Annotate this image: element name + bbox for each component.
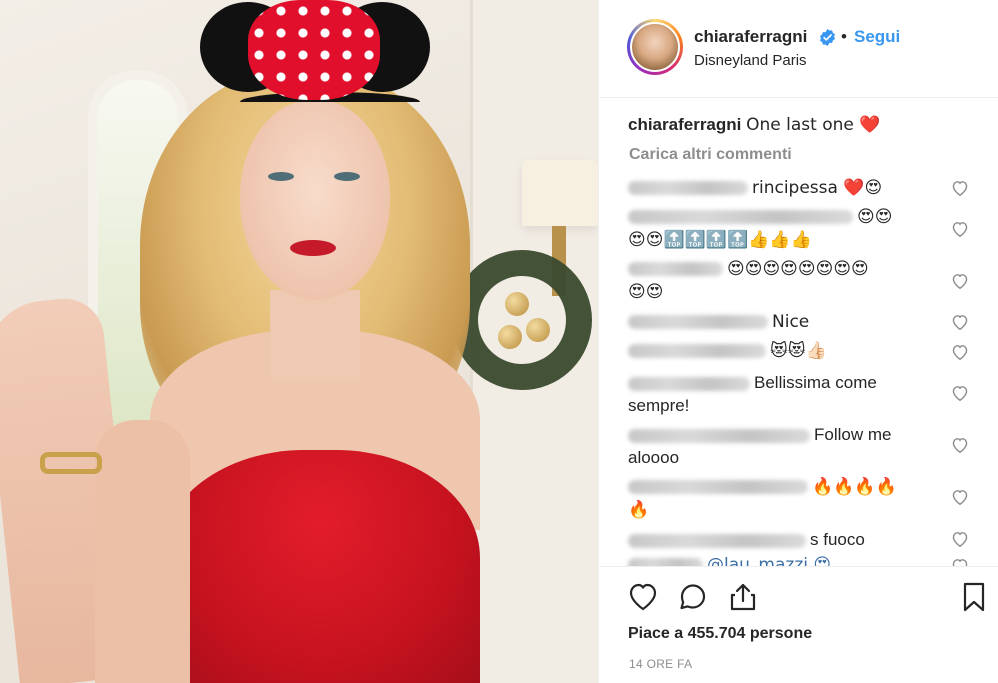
heart-icon[interactable] [627,581,659,613]
location-link[interactable]: Disneyland Paris [694,52,807,69]
post-timestamp[interactable]: 14 ORE FA [629,657,692,671]
blurred-username[interactable] [628,315,768,329]
gold-bracelet [40,452,102,474]
comment-row: 😍😍😍😍😍😍😍😍 😍😍 [628,258,948,304]
comment-text-line2: sempre! [628,396,690,415]
comment-text: Nice [772,312,810,332]
comment-text: 🔥🔥🔥🔥 [812,477,897,497]
follow-button[interactable]: Segui [854,27,900,47]
ornament [505,292,529,316]
comment-row: @lau_mazzi 😍 [628,554,948,566]
comment-row: rincipessa ❤️😍 [628,177,948,200]
heart-icon[interactable] [951,531,969,547]
blurred-username[interactable] [628,210,853,224]
heart-icon[interactable] [951,437,969,453]
ornament [498,325,522,349]
share-icon[interactable] [727,581,759,613]
eye [334,172,360,181]
heart-icon[interactable] [951,221,969,237]
bookmark-icon[interactable] [958,581,990,613]
comment-text: rincipessa ❤️😍 [752,178,883,198]
caption: chiaraferragni One last one ❤️ [628,115,880,135]
comment-text: 😍😍 [857,207,893,227]
comment-row: Nice [628,311,948,334]
like-count[interactable]: Piace a 455.704 persone [628,625,812,643]
post-actions: Piace a 455.704 persone 14 ORE FA [599,566,998,683]
comment-row: 😻😻👍🏻 [628,340,948,363]
blurred-username[interactable] [628,428,810,443]
neck [270,290,360,380]
comment-icon[interactable] [677,581,709,613]
comment-row: 😍😍 😍😍🔝🔝🔝🔝👍👍👍 [628,206,948,252]
avatar[interactable] [630,22,680,72]
polka-dot-bow [248,0,380,100]
load-more-comments-button[interactable]: Carica altri commenti [629,146,792,164]
red-dress [160,450,480,683]
heart-icon[interactable] [951,489,969,505]
caption-username[interactable]: chiaraferragni [628,115,741,134]
caption-text: One last one ❤️ [746,115,881,135]
wall-lamp [522,160,598,226]
verified-badge-icon [820,29,835,46]
post-header: chiaraferragni • Segui Disneyland Paris [599,0,998,98]
separator-dot: • [841,27,847,46]
comment-text-line2: 🔥 [628,500,650,520]
username-link[interactable]: chiaraferragni [694,27,807,47]
comment-row: Bellissima come sempre! [628,371,948,417]
comment-text-line2: aloooo [628,448,680,467]
comment-row: Follow me aloooo [628,423,948,469]
comment-text-line2: 😍😍🔝🔝🔝🔝👍👍👍 [628,230,812,250]
heart-icon[interactable] [951,314,969,330]
blurred-username[interactable] [628,480,808,494]
blurred-username[interactable] [628,181,748,195]
blurred-username[interactable] [628,344,766,358]
christmas-wreath [452,250,592,390]
face [240,100,390,300]
heart-icon[interactable] [951,344,969,360]
blurred-username[interactable] [628,558,703,566]
heart-icon[interactable] [951,385,969,401]
lower-arm [95,420,190,683]
comments-list[interactable]: chiaraferragni One last one ❤️ Carica al… [599,98,998,566]
comment-text: Bellissima come [754,373,877,392]
post-side-panel: chiaraferragni • Segui Disneyland Paris … [598,0,998,683]
comment-text: @lau_mazzi 😍 [707,555,832,566]
comment-text: 😍😍😍😍😍😍😍😍 [727,259,869,279]
heart-icon[interactable] [951,273,969,289]
post-photo[interactable] [0,0,598,683]
comment-text: Follow me [814,425,892,444]
eye [268,172,294,181]
blurred-username[interactable] [628,262,723,276]
heart-icon[interactable] [951,558,969,566]
avatar-ring[interactable] [627,19,683,75]
ornament [526,318,550,342]
lips [290,240,336,256]
comment-text-line2: 😍😍 [628,282,664,302]
comment-row: 🔥🔥🔥🔥 🔥 [628,476,948,522]
blurred-username[interactable] [628,376,750,391]
blurred-username[interactable] [628,533,806,548]
comment-text: s fuoco [810,530,865,549]
comment-text: 😻😻👍🏻 [770,341,827,361]
comment-row: s fuoco [628,528,948,551]
heart-icon[interactable] [951,180,969,196]
